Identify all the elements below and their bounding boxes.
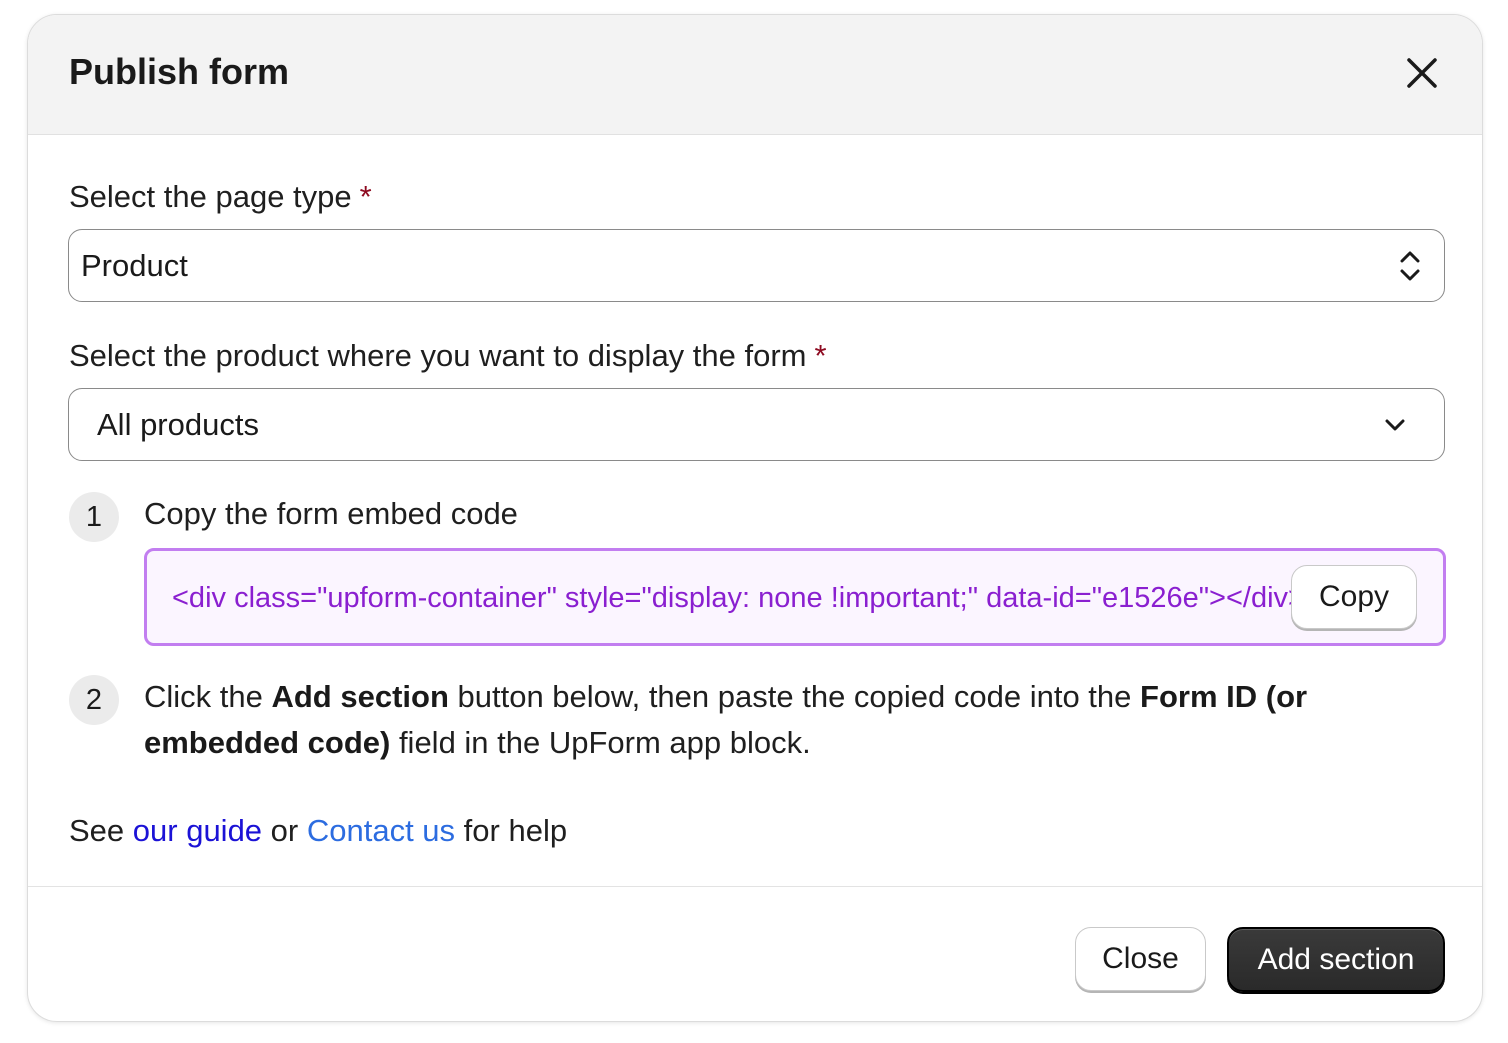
product-value: All products bbox=[97, 407, 259, 442]
page-type-label-text: Select the page type bbox=[69, 179, 352, 214]
add-section-button[interactable]: Add section bbox=[1227, 927, 1445, 992]
help-suffix: for help bbox=[455, 813, 568, 848]
step-2-badge: 2 bbox=[69, 675, 119, 725]
publish-form-modal: Publish form Select the page type * Produ… bbox=[27, 14, 1483, 1022]
step-2-text: Click the Add section button below, then… bbox=[144, 674, 1394, 766]
chevron-down-icon bbox=[1385, 419, 1405, 431]
product-label-text: Select the product where you want to dis… bbox=[69, 338, 807, 373]
footer-divider bbox=[28, 886, 1482, 887]
step-2-text-part: button below, then paste the copied code… bbox=[448, 679, 1141, 714]
page-type-select[interactable]: Product bbox=[68, 229, 1445, 302]
step-1-text: Copy the form embed code bbox=[144, 496, 518, 531]
help-text: See our guide or Contact us for help bbox=[69, 811, 567, 851]
contact-us-link[interactable]: Contact us bbox=[307, 813, 455, 848]
required-marker: * bbox=[814, 338, 827, 373]
close-button[interactable]: Close bbox=[1075, 927, 1206, 991]
step-1-badge: 1 bbox=[69, 492, 119, 542]
copy-button[interactable]: Copy bbox=[1291, 565, 1417, 629]
embed-code-box[interactable]: <div class="upform-container" style="dis… bbox=[144, 548, 1446, 646]
modal-header: Publish form bbox=[28, 15, 1482, 135]
step-2-text-part: field in the UpForm app block. bbox=[390, 725, 811, 760]
help-prefix: See bbox=[69, 813, 133, 848]
page-type-label: Select the page type * bbox=[69, 178, 372, 216]
product-label: Select the product where you want to dis… bbox=[69, 337, 827, 375]
our-guide-link[interactable]: our guide bbox=[133, 813, 262, 848]
product-select[interactable]: All products bbox=[68, 388, 1445, 461]
step-2-text-part: Click the bbox=[144, 679, 272, 714]
embed-code-text[interactable]: <div class="upform-container" style="dis… bbox=[172, 579, 1305, 617]
up-down-chevron-icon bbox=[1400, 251, 1420, 281]
help-middle: or bbox=[262, 813, 307, 848]
page-type-value: Product bbox=[81, 248, 188, 283]
close-x-icon[interactable] bbox=[1400, 51, 1444, 95]
step-2-bold-add-section: Add section bbox=[271, 679, 449, 714]
modal-title: Publish form bbox=[69, 51, 290, 92]
required-marker: * bbox=[359, 179, 372, 214]
